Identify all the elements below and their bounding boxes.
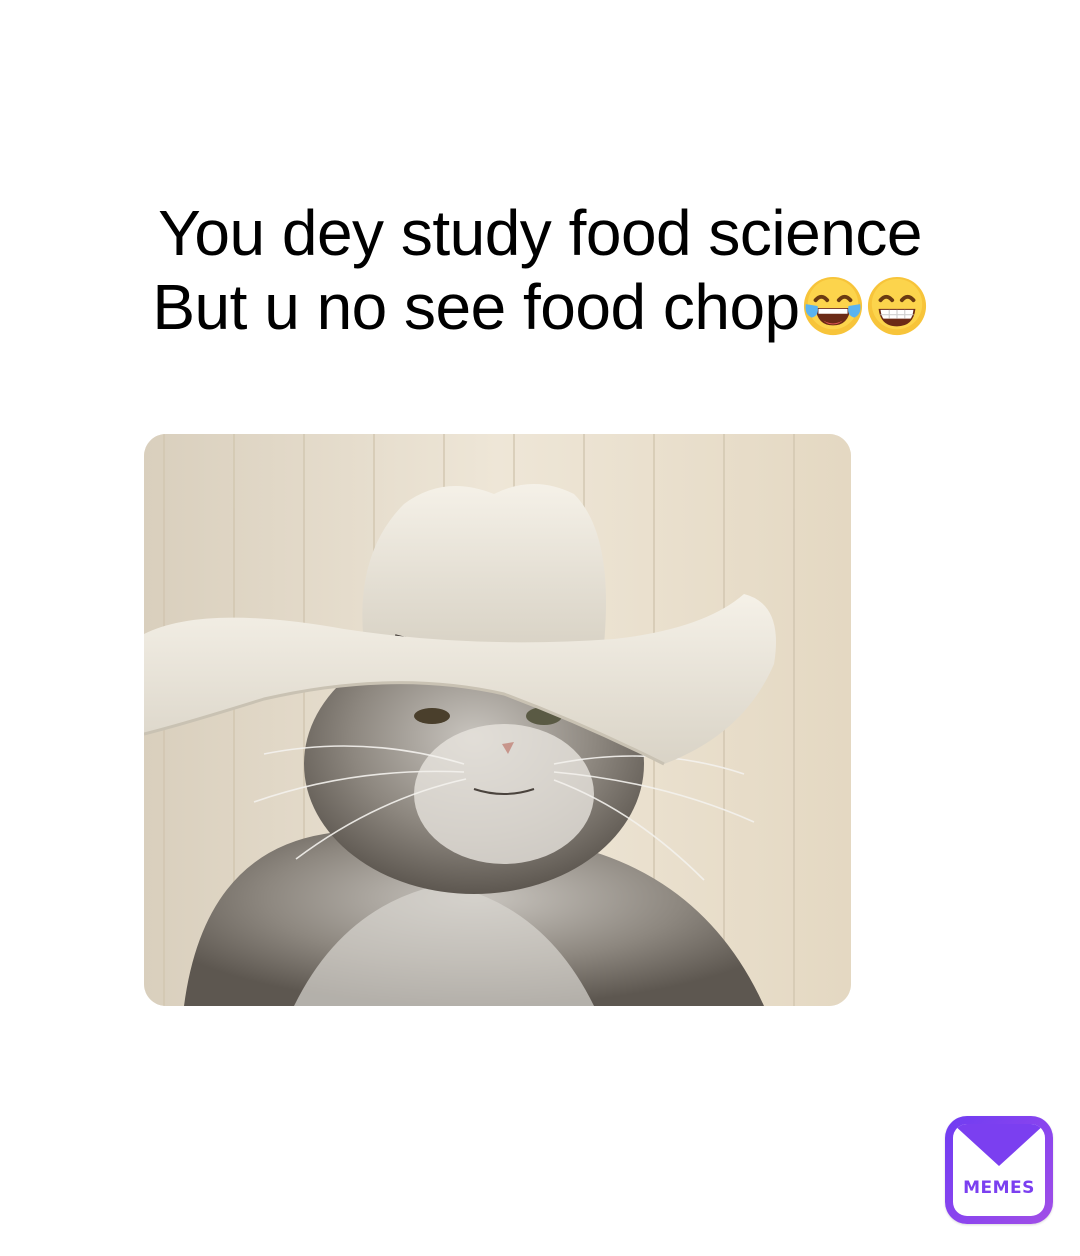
grinning-emoji-icon (867, 276, 926, 336)
memes-app-logo: MEMES (945, 1116, 1053, 1224)
envelope-icon (953, 1124, 1045, 1166)
caption-line-2-wrap: But u no see food chop (40, 270, 1040, 344)
cat-cowboy-hat-photo (144, 434, 851, 1006)
meme-caption: You dey study food science But u no see … (40, 196, 1040, 344)
memes-logo-text: MEMES (963, 1178, 1035, 1198)
tears-of-joy-emoji-icon (803, 276, 862, 336)
caption-line-1: You dey study food science (158, 197, 922, 269)
memes-logo-card: MEMES (953, 1124, 1045, 1216)
caption-line-2: But u no see food chop (152, 271, 800, 343)
cat-photo-illustration (144, 434, 851, 1006)
